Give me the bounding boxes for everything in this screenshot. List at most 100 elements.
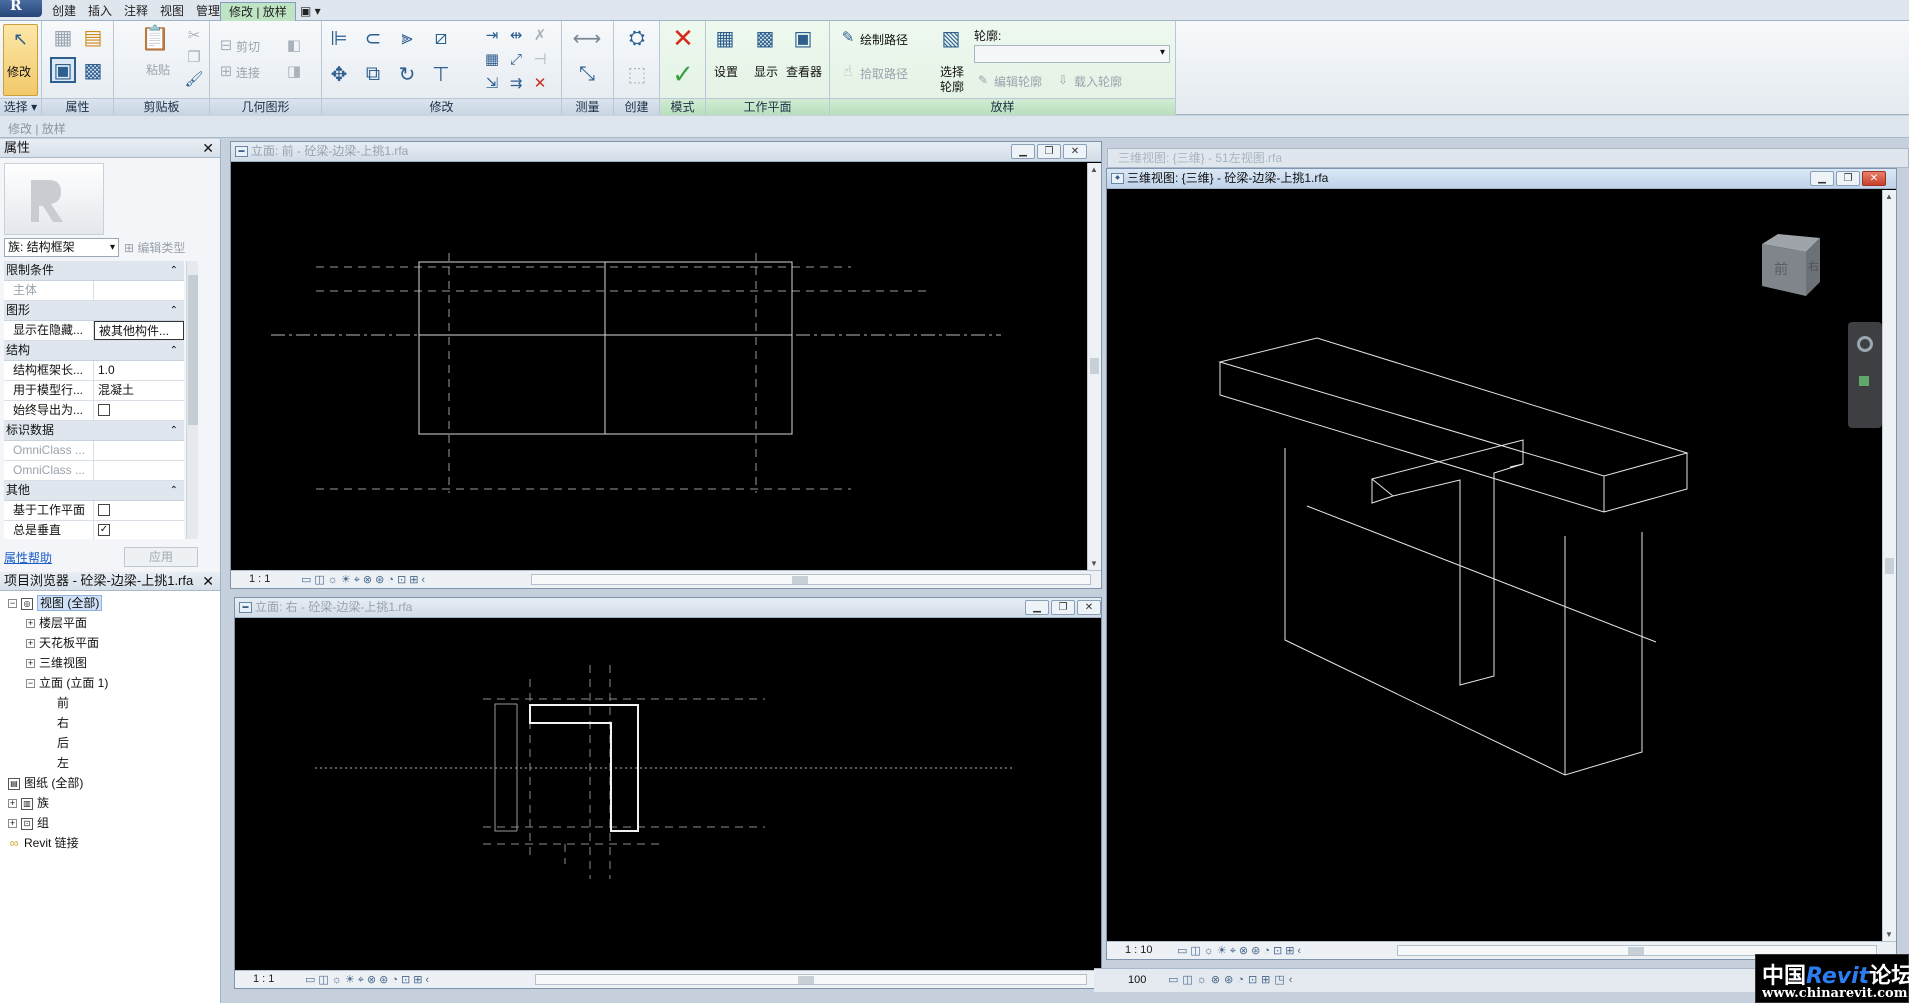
tab-view[interactable]: 视图 xyxy=(152,2,192,21)
view-control-icons[interactable]: ▭◫☼☀⌖⊗⊛◔⊡⊞‹ xyxy=(305,972,432,989)
tab-modify-sweep[interactable]: 修改 | 放样 xyxy=(220,2,296,22)
view-scale[interactable]: 1 : 1 xyxy=(253,973,274,985)
view-window-front-elevation[interactable]: ▬ 立面: 前 - 砼梁-边梁-上挑1.rfa ▁ ❐ ✕ ▲ ▼ 1 : 1 ▭◫☼☀… xyxy=(230,141,1102,589)
zoom-icon[interactable] xyxy=(1859,376,1869,386)
collapse-icon[interactable]: ⌃ xyxy=(170,301,178,320)
scroll-up-icon[interactable]: ▲ xyxy=(1885,192,1893,201)
drawing-canvas[interactable] xyxy=(231,163,1087,570)
paste-icon[interactable]: 📋 xyxy=(140,25,170,52)
view-control-icons[interactable]: ▭◫☼☀⌖⊗⊛◔⊡⊞‹ xyxy=(301,572,428,589)
edit-profile-label[interactable]: 编辑轮廓 xyxy=(994,73,1042,90)
close-button[interactable]: ✕ xyxy=(1077,600,1101,615)
minimize-button[interactable]: ▁ xyxy=(1025,600,1049,615)
tab-create[interactable]: 创建 xyxy=(44,2,84,21)
drawing-canvas[interactable]: 前 右 xyxy=(1107,190,1882,941)
match-properties-icon[interactable]: 🖌 xyxy=(184,69,204,89)
collapse-icon[interactable]: ⌃ xyxy=(170,421,178,440)
workplane-viewer-icon[interactable]: ▣ xyxy=(790,25,816,51)
scrollbar-thumb[interactable] xyxy=(792,576,808,584)
browser-tree-item[interactable]: 后 xyxy=(44,734,69,751)
expand-icon[interactable]: + xyxy=(8,819,17,829)
panel-select-label[interactable]: 选择 ▾ xyxy=(0,98,41,115)
browser-tree-item[interactable]: 右 xyxy=(44,714,69,731)
viewcube-right-face[interactable]: 右 xyxy=(1808,259,1819,273)
horizontal-scrollbar[interactable] xyxy=(531,574,1091,585)
browser-tree-item[interactable]: + 楼层平面 xyxy=(26,614,87,631)
property-category[interactable]: 图形 ⌃ xyxy=(4,301,184,321)
rotate-icon[interactable]: ↻ xyxy=(394,61,420,87)
view-window-3d[interactable]: ◆ 三维视图: {三维} - 砼梁-边梁-上挑1.rfa ▁ ❐ ✕ 前 右 ▲… xyxy=(1106,168,1897,960)
join-geometry-icon[interactable]: ⊞ xyxy=(216,61,236,81)
property-category[interactable]: 结构 ⌃ xyxy=(4,341,184,361)
browser-tree-item[interactable]: 前 xyxy=(44,694,69,711)
trim-multiple-icon[interactable]: ⇉ xyxy=(506,73,526,93)
property-category[interactable]: 限制条件 ⌃ xyxy=(4,261,184,281)
move-icon[interactable]: ✥ xyxy=(326,61,352,87)
restore-button[interactable]: ❐ xyxy=(1836,171,1860,186)
trim-icon[interactable]: ⇲ xyxy=(482,73,502,93)
scroll-down-icon[interactable]: ▼ xyxy=(1885,930,1893,939)
show-workplane-icon[interactable]: ▩ xyxy=(752,25,778,51)
align-icon[interactable]: ⊫ xyxy=(326,25,352,51)
application-menu-button[interactable]: R xyxy=(0,0,42,17)
mirror-draw-axis-icon[interactable]: ⧄ xyxy=(428,25,454,51)
edit-type-button[interactable]: ⊞ 编辑类型 xyxy=(124,239,185,256)
cut-geometry-icon[interactable]: ⊟ xyxy=(216,35,236,55)
minimize-button[interactable]: ▁ xyxy=(1810,171,1834,186)
properties-icon[interactable]: ▣ xyxy=(50,57,76,83)
steering-wheel-icon[interactable] xyxy=(1857,336,1873,352)
offset-icon[interactable]: ⊂ xyxy=(360,25,386,51)
scrollbar-thumb[interactable] xyxy=(798,976,814,984)
expand-icon[interactable]: + xyxy=(8,799,17,809)
array-icon[interactable]: ▦ xyxy=(482,49,502,69)
family-types-icon[interactable]: ▦ xyxy=(50,24,76,50)
restore-button[interactable]: ❐ xyxy=(1051,600,1075,615)
property-category[interactable]: 标识数据 ⌃ xyxy=(4,421,184,441)
browser-tree-item[interactable]: ▤ 图纸 (全部) xyxy=(8,774,83,791)
modify-button[interactable]: ↖ 修改 xyxy=(3,24,38,96)
scrollbar-thumb[interactable] xyxy=(1090,358,1099,374)
scrollbar-thumb[interactable] xyxy=(1628,947,1644,955)
property-value[interactable]: 1.0 xyxy=(94,361,184,380)
unpin-icon[interactable]: ✗ xyxy=(530,25,550,45)
viewcube-front-face[interactable]: 前 xyxy=(1774,261,1788,278)
tab-extra-dropdown[interactable]: ▣ ▾ xyxy=(292,2,329,21)
paint-icon[interactable]: ◧ xyxy=(284,35,304,55)
collapse-icon[interactable]: − xyxy=(26,679,35,689)
trim-extend-icon[interactable]: ⊤ xyxy=(428,61,454,87)
create-similar-icon[interactable]: ⛭ xyxy=(624,25,650,51)
view-window-right-elevation[interactable]: ▬ 立面: 右 - 砼梁-边梁-上挑1.rfa ▁ ❐ ✕ 1: 1 ▭◫☼☀… xyxy=(234,597,1102,989)
collapse-icon[interactable]: − xyxy=(8,599,17,609)
property-value[interactable] xyxy=(94,281,184,300)
cut-scissors-icon[interactable]: ✂ xyxy=(184,25,204,45)
split-element-icon[interactable]: ⇥ xyxy=(482,25,502,45)
measure-distance-icon[interactable]: ⟷ xyxy=(573,25,602,51)
set-workplane-icon[interactable]: ▦ xyxy=(712,25,738,51)
split-face-icon[interactable]: ◨ xyxy=(284,61,304,81)
view-scale[interactable]: 1 : 10 xyxy=(1125,944,1153,956)
pick-path-label[interactable]: 拾取路径 xyxy=(860,65,908,82)
sketch-path-label[interactable]: 绘制路径 xyxy=(860,31,908,48)
properties-help-link[interactable]: 属性帮助 xyxy=(4,549,52,566)
view-control-icons[interactable]: ▭◫☼⊗⊛◔⊡⊞◳‹ xyxy=(1168,969,1296,991)
close-icon[interactable]: ✕ xyxy=(202,139,214,157)
viewcube[interactable]: 前 右 xyxy=(1758,230,1824,298)
collapse-icon[interactable]: ⌃ xyxy=(170,481,178,500)
collapse-icon[interactable]: ⌃ xyxy=(170,341,178,360)
type-properties-icon[interactable]: ▩ xyxy=(80,57,106,83)
property-value[interactable] xyxy=(94,501,184,520)
type-selector[interactable]: 族: 结构框架 ▾ xyxy=(4,238,119,257)
browser-tree-item[interactable]: − ◎ 视图 (全部) xyxy=(8,594,103,611)
restore-button[interactable]: ❐ xyxy=(1037,144,1061,159)
copy-icon[interactable]: ❐ xyxy=(184,47,204,67)
vertical-scrollbar[interactable]: ▲ ▼ xyxy=(1087,163,1101,570)
cancel-mode-icon[interactable]: ✕ xyxy=(670,23,696,53)
dimension-icon[interactable]: ⤡ xyxy=(574,61,600,87)
vertical-scrollbar[interactable]: ▲ ▼ xyxy=(1882,190,1896,941)
property-value[interactable] xyxy=(94,401,184,420)
property-value[interactable]: 混凝土 xyxy=(94,381,184,400)
load-profile-label[interactable]: 载入轮廓 xyxy=(1074,73,1122,90)
browser-tree-item[interactable]: 左 xyxy=(44,754,69,771)
checkbox[interactable]: ✓ xyxy=(98,524,110,536)
scale-icon[interactable]: ⤢ xyxy=(506,49,526,69)
